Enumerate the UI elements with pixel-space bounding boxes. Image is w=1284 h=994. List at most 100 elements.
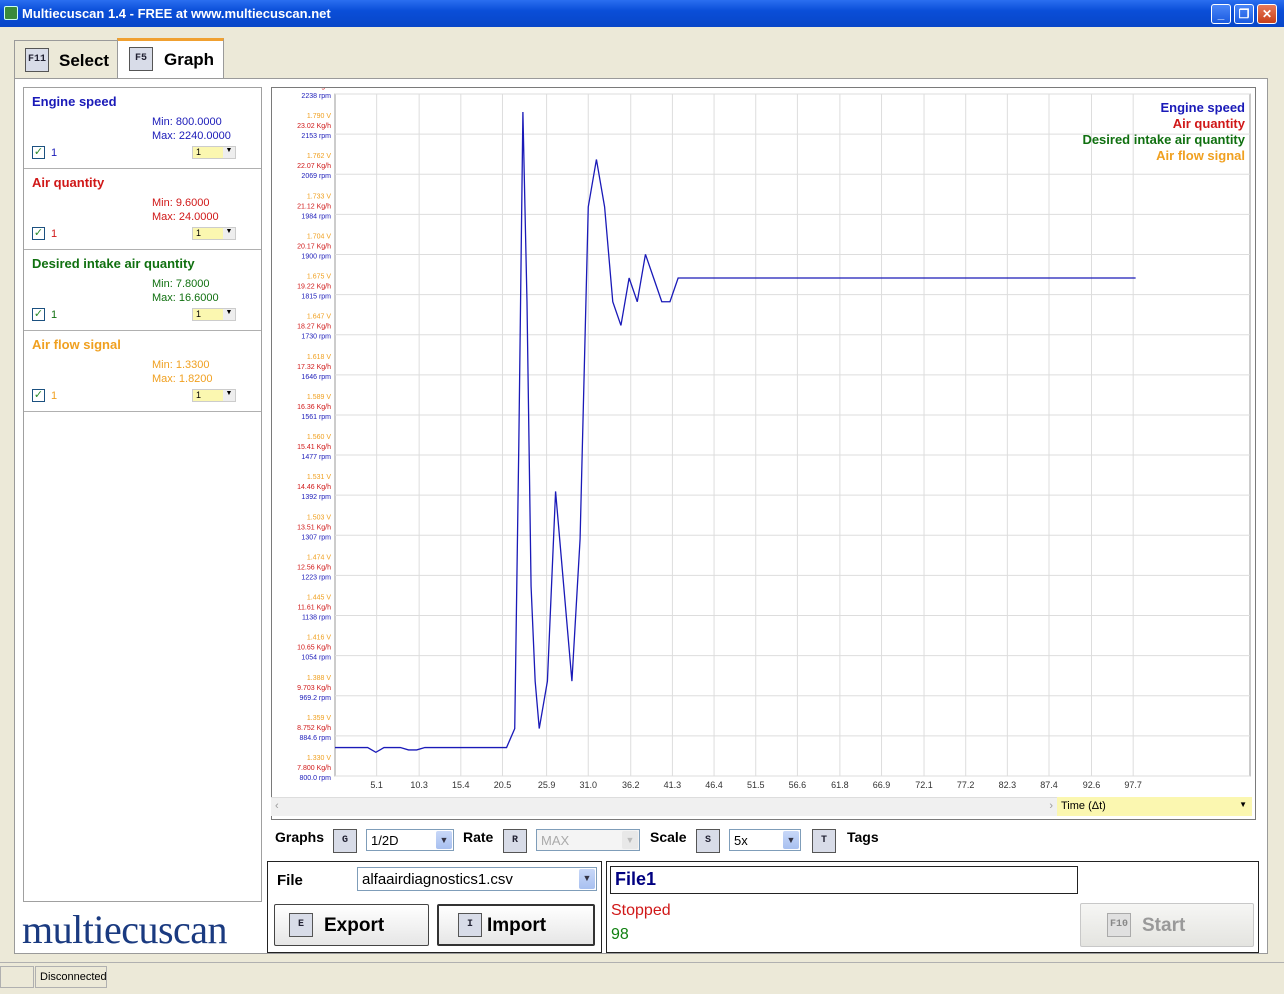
- f10-key-icon: F10: [1107, 913, 1131, 937]
- scroll-right-icon[interactable]: ›: [1049, 800, 1053, 812]
- x-tick-label: 20.5: [494, 780, 512, 790]
- signal-checkbox[interactable]: ✓: [32, 389, 45, 402]
- signal-check-label: 1: [51, 309, 58, 321]
- chevron-down-icon: ▼: [436, 831, 452, 849]
- signal-min: Min: 9.6000: [152, 197, 210, 209]
- status-count: 98: [611, 926, 629, 943]
- scale-select[interactable]: 5x ▼: [729, 829, 801, 851]
- x-tick-label: 87.4: [1040, 780, 1058, 790]
- plot-area: [334, 93, 1251, 777]
- signal-check-label: 1: [51, 147, 58, 159]
- y-tick-label: 1.474 V: [307, 554, 331, 561]
- signal-dropdown[interactable]: 1 ▼: [192, 389, 236, 402]
- x-tick-label: 77.2: [957, 780, 975, 790]
- y-tick-label: 1.416 V: [307, 635, 331, 642]
- signal-name: Air quantity: [32, 175, 105, 190]
- signal-name: Desired intake air quantity: [32, 256, 195, 271]
- chevron-down-icon: ▼: [1239, 800, 1247, 809]
- time-axis-select[interactable]: Time (Δt) ▼: [1057, 797, 1252, 816]
- import-button[interactable]: I Import: [437, 904, 595, 946]
- import-label: Import: [487, 915, 547, 936]
- x-tick-label: 66.9: [873, 780, 891, 790]
- chevron-down-icon: ▼: [223, 228, 235, 239]
- signal-name: Engine speed: [32, 94, 117, 109]
- legend-desired-intake: Desired intake air quantity: [1082, 132, 1245, 147]
- rate-select[interactable]: MAX ▼: [536, 829, 640, 851]
- scroll-left-icon[interactable]: ‹: [275, 800, 279, 812]
- x-tick-label: 82.3: [999, 780, 1017, 790]
- y-tick-label: 1984 rpm: [301, 213, 331, 220]
- t-key-icon[interactable]: T: [812, 829, 836, 853]
- close-button[interactable]: ✕: [1257, 4, 1277, 24]
- tab-graph[interactable]: F5 Graph: [117, 38, 224, 78]
- y-tick-label: 11.61 Kg/h: [298, 605, 331, 612]
- signal-item[interactable]: Engine speed Min: 800.0000 Max: 2240.000…: [24, 88, 261, 169]
- y-tick-label: 13.51 Kg/h: [297, 524, 331, 531]
- signal-checkbox[interactable]: ✓: [32, 308, 45, 321]
- signal-dropdown[interactable]: 1 ▼: [192, 227, 236, 240]
- y-tick-label: 1.445 V: [307, 595, 331, 602]
- y-tick-label: 15.41 Kg/h: [297, 444, 331, 451]
- y-tick-label: 1.675 V: [307, 274, 331, 281]
- graphs-select[interactable]: 1/2D ▼: [366, 829, 454, 851]
- time-axis-value: Time (Δt): [1061, 800, 1106, 812]
- s-key-icon[interactable]: S: [696, 829, 720, 853]
- logo: multiecuscan: [20, 907, 262, 953]
- export-button[interactable]: E Export: [274, 904, 429, 946]
- legend-air-quantity: Air quantity: [1172, 116, 1245, 131]
- y-tick-label: 8.752 Kg/h: [297, 725, 331, 732]
- chevron-down-icon: ▼: [223, 390, 235, 401]
- y-tick-label: 800.0 rpm: [299, 775, 331, 782]
- dropdown-value: 1: [196, 309, 202, 319]
- x-tick-label: 31.0: [579, 780, 597, 790]
- maximize-button[interactable]: ❐: [1234, 4, 1254, 24]
- legend-air-flow: Air flow signal: [1156, 148, 1245, 163]
- y-tick-label: 1.388 V: [307, 675, 331, 682]
- x-tick-label: 15.4: [452, 780, 470, 790]
- y-tick-label: 1.330 V: [307, 755, 331, 762]
- title-bar: Multiecuscan 1.4 - FREE at www.multiecus…: [0, 0, 1284, 27]
- y-tick-label: 1.359 V: [307, 715, 331, 722]
- x-tick-label: 97.7: [1124, 780, 1142, 790]
- signal-max: Max: 2240.0000: [152, 130, 231, 142]
- y-tick-label: 10.65 Kg/h: [297, 645, 331, 652]
- graphs-value: 1/2D: [371, 833, 399, 848]
- y-tick-label: 1223 rpm: [301, 574, 331, 581]
- y-tick-label: 22.07 Kg/h: [297, 163, 331, 170]
- dropdown-value: 1: [196, 390, 202, 400]
- file-select[interactable]: alfaairdiagnostics1.csv ▼: [357, 867, 597, 891]
- signal-dropdown[interactable]: 1 ▼: [192, 308, 236, 321]
- chevron-down-icon: ▼: [783, 831, 799, 849]
- signal-item[interactable]: Air flow signal Min: 1.3300 Max: 1.8200 …: [24, 331, 261, 412]
- start-button[interactable]: F10 Start: [1080, 903, 1254, 947]
- minimize-button[interactable]: _: [1211, 4, 1231, 24]
- y-tick-label: 1646 rpm: [301, 374, 331, 381]
- signal-item[interactable]: Desired intake air quantity Min: 7.8000 …: [24, 250, 261, 331]
- chart-scrollbar[interactable]: ‹ ›: [271, 797, 1057, 816]
- signal-name: Air flow signal: [32, 337, 121, 352]
- tab-select-label: Select: [59, 51, 110, 70]
- signal-item[interactable]: Air quantity Min: 9.6000 Max: 24.0000 ✓ …: [24, 169, 261, 250]
- y-tick-label: 7.800 Kg/h: [297, 765, 331, 772]
- x-tick-label: 72.1: [915, 780, 933, 790]
- y-tick-label: 1.733 V: [307, 193, 331, 200]
- signal-checkbox[interactable]: ✓: [32, 146, 45, 159]
- file-label: File: [277, 872, 303, 889]
- graphs-label: Graphs: [275, 829, 325, 845]
- y-tick-label: 1.503 V: [307, 514, 331, 521]
- x-tick-label: 61.8: [831, 780, 849, 790]
- status-cell-empty: [0, 966, 34, 988]
- g-key-icon[interactable]: G: [333, 829, 357, 853]
- scale-value: 5x: [734, 833, 748, 848]
- tab-select[interactable]: F11 Select: [14, 40, 118, 78]
- r-key-icon[interactable]: R: [503, 829, 527, 853]
- x-tick-label: 46.4: [705, 780, 723, 790]
- y-tick-label: 1.790 V: [307, 113, 331, 120]
- y-tick-label: 1138 rpm: [302, 615, 331, 622]
- x-tick-label: 51.5: [747, 780, 765, 790]
- y-tick-label: 23.02 Kg/h: [297, 123, 331, 130]
- signal-dropdown[interactable]: 1 ▼: [192, 146, 236, 159]
- chevron-down-icon: ▼: [622, 831, 638, 849]
- y-tick-label: 969.2 rpm: [299, 695, 331, 702]
- signal-checkbox[interactable]: ✓: [32, 227, 45, 240]
